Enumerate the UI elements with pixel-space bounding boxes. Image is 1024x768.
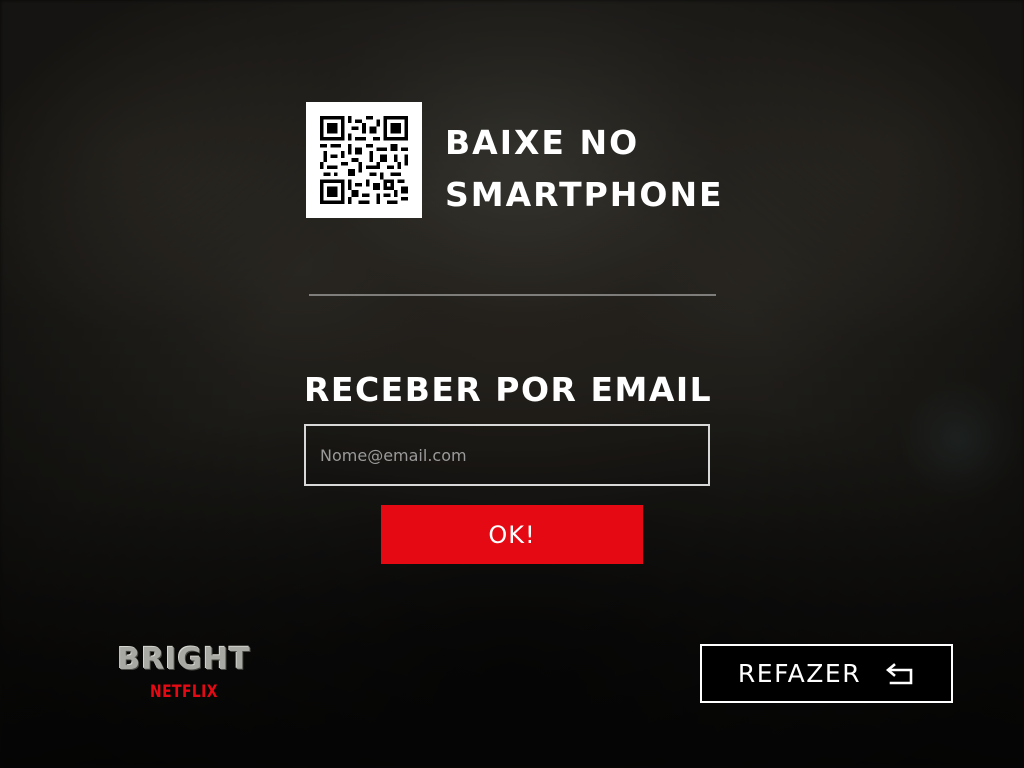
email-input[interactable] bbox=[304, 424, 710, 486]
logo-subtitle: NETFLIX bbox=[150, 682, 218, 702]
logo-title: BRIGHT bbox=[117, 642, 251, 677]
redo-button-label: REFAZER bbox=[737, 659, 862, 688]
submit-email-button[interactable]: OK! bbox=[381, 505, 643, 564]
heading-line-1: BAIXE NO bbox=[445, 123, 640, 162]
undo-arrow-icon bbox=[885, 662, 915, 686]
qr-code-icon bbox=[320, 116, 408, 204]
bright-netflix-logo: BRIGHT NETFLIX bbox=[98, 644, 270, 708]
receive-by-email-heading: RECEBER POR EMAIL bbox=[304, 370, 713, 409]
download-on-smartphone-heading: BAIXE NO SMARTPHONE bbox=[445, 117, 724, 221]
qr-code bbox=[306, 102, 422, 218]
redo-button[interactable]: REFAZER bbox=[700, 644, 953, 703]
heading-line-2: SMARTPHONE bbox=[445, 175, 724, 214]
photo-booth-screen: BAIXE NO SMARTPHONE RECEBER POR EMAIL OK… bbox=[0, 0, 1024, 768]
section-divider bbox=[309, 294, 716, 296]
